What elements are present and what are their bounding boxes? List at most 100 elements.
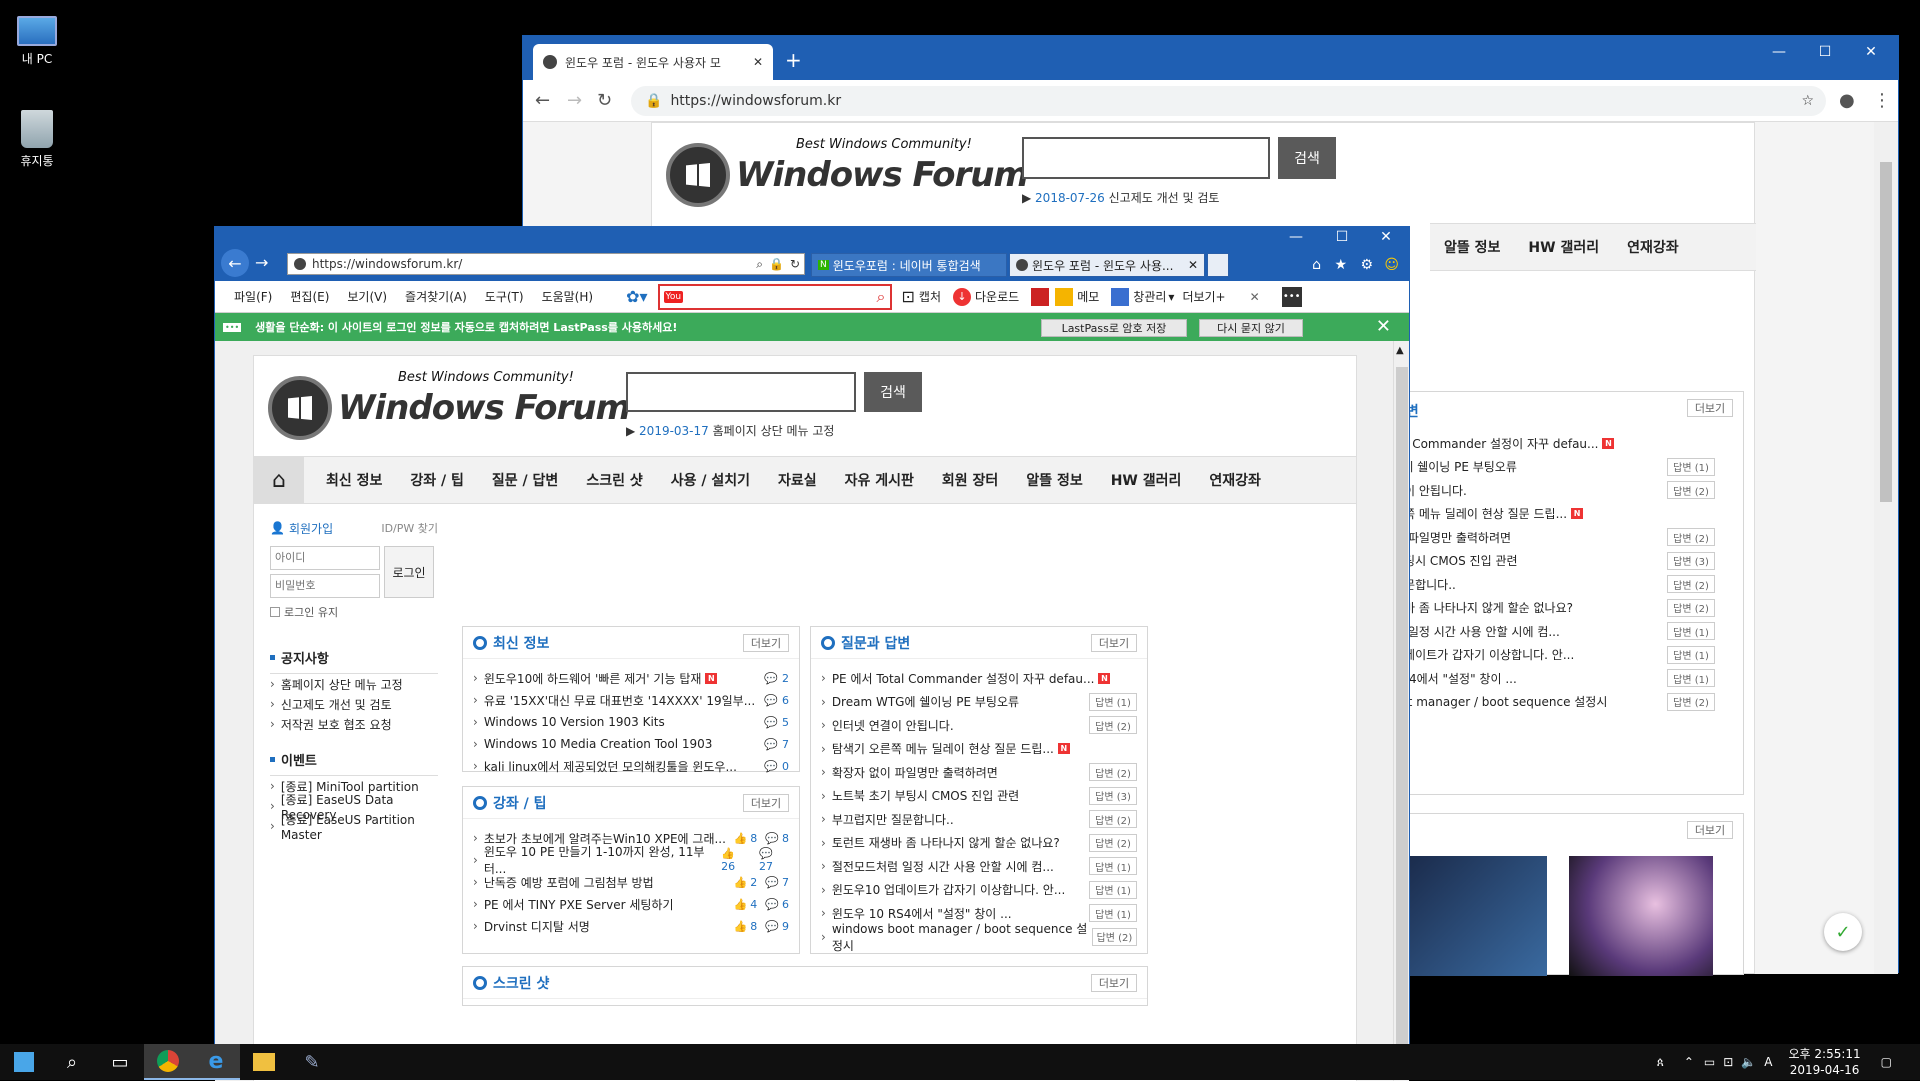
answer-count-badge[interactable]: 답변 (3)	[1089, 786, 1137, 805]
notice-item[interactable]: 신고제도 개선 및 검토	[270, 694, 403, 714]
window-manager-icon[interactable]	[1111, 287, 1130, 306]
search-icon[interactable]: ⌕	[877, 287, 886, 307]
lastpass-save-button[interactable]: LastPass로 암호 저장	[1041, 319, 1187, 337]
screenshot-thumb[interactable]	[1569, 856, 1713, 976]
more-button[interactable]: 더보기	[743, 634, 789, 652]
top-notice[interactable]: ▶ 2019-03-17 홈페이지 상단 메뉴 고정	[626, 422, 834, 439]
more-button[interactable]: 더보기	[1091, 974, 1137, 992]
nav-install[interactable]: 사용 / 설치기	[657, 470, 764, 490]
list-item[interactable]: 질문합니다.. 답변 (2)	[1393, 573, 1715, 595]
search-button[interactable]: 검색	[1278, 137, 1336, 179]
minimize-button[interactable]: —	[1756, 44, 1802, 60]
pdf-icon[interactable]	[1031, 287, 1050, 306]
scroll-thumb[interactable]	[1880, 162, 1892, 502]
toolbar-gear-icon[interactable]: ✿▾	[626, 287, 647, 306]
task-view-icon[interactable]: ▭	[96, 1044, 144, 1080]
chevron-down-icon[interactable]: ▾	[1168, 290, 1174, 304]
list-item[interactable]: Drvinst 디지탈 서명 👍8 💬9	[473, 915, 789, 937]
answer-count-badge[interactable]: 답변 (2)	[1089, 716, 1137, 734]
clock[interactable]: 오후 2:55:11 2019-04-16	[1789, 1046, 1861, 1078]
screenshot-title[interactable]: 스크린 샷	[463, 967, 1147, 999]
answer-count-badge[interactable]: 답변 (2)	[1089, 833, 1137, 852]
gnb-item[interactable]: 연재강좌	[1613, 237, 1693, 257]
search-input[interactable]	[1022, 137, 1270, 179]
list-item[interactable]: 럼 일정 시간 사용 안할 시에 컴... 답변 (1)	[1393, 620, 1715, 642]
crop-icon[interactable]: ⊡	[902, 287, 915, 306]
nav-hw-gallery[interactable]: HW 갤러리	[1097, 470, 1196, 490]
new-tab-button[interactable]: +	[785, 48, 802, 72]
menu-edit[interactable]: 편집(E)	[281, 288, 338, 305]
list-item[interactable]: Windows 10 Version 1903 Kits💬5	[473, 711, 789, 733]
list-item[interactable]: 부끄럽지만 질문합니다.. 답변 (2)	[821, 808, 1137, 830]
list-item[interactable]: PE 에서 TINY PXE Server 세팅하기 👍4 💬6	[473, 893, 789, 915]
bookmark-star-icon[interactable]: ☆	[1801, 93, 1814, 109]
menu-favorites[interactable]: 즐겨찾기(A)	[396, 288, 476, 305]
list-item[interactable]: 난독증 예방 포럼에 그림첨부 방법 👍2 💬7	[473, 871, 789, 893]
answer-count-badge[interactable]: 답변 (2)	[1667, 481, 1715, 499]
list-item[interactable]: Windows 10 Media Creation Tool 1903💬7	[473, 733, 789, 755]
chrome-taskbar-icon[interactable]	[144, 1044, 192, 1080]
more-button[interactable]: 더보기	[1687, 821, 1733, 839]
start-button[interactable]	[0, 1044, 48, 1080]
list-item[interactable]: 윈도우10 업데이트가 갑자기 이상합니다. 안... 답변 (1)	[821, 879, 1137, 901]
login-button[interactable]: 로그인	[384, 546, 434, 598]
nav-deals[interactable]: 알뜰 정보	[1012, 470, 1096, 490]
menu-tools[interactable]: 도구(T)	[476, 288, 533, 305]
back-icon[interactable]: ←	[535, 90, 550, 111]
scroll-thumb[interactable]	[1396, 367, 1408, 1067]
nav-files[interactable]: 자료실	[764, 470, 831, 490]
refresh-icon[interactable]: ↻	[790, 257, 800, 271]
site-logo[interactable]: Windows Forum Best Windows Community!	[666, 137, 1029, 207]
answer-count-badge[interactable]: 답변 (2)	[1089, 810, 1137, 828]
menu-file[interactable]: 파일(F)	[225, 288, 281, 305]
home-icon[interactable]: ⌂	[254, 456, 304, 504]
maximize-button[interactable]: ☐	[1319, 229, 1365, 245]
list-item[interactable]: kali linux에서 제공되었던 모의해킹툴을 윈도우...💬0	[473, 755, 789, 777]
list-item[interactable]: 탐색기 오른쪽 메뉴 딜레이 현상 질문 드립...N	[821, 738, 1137, 760]
close-button[interactable]: ✕	[1848, 44, 1894, 60]
close-icon[interactable]: ✕	[1188, 258, 1198, 272]
list-item[interactable]: 생바 좀 나타나지 않게 할순 없나요? 답변 (2)	[1393, 597, 1715, 619]
search-icon[interactable]: ⌕	[756, 257, 763, 272]
nav-screenshot[interactable]: 스크린 샷	[572, 470, 656, 490]
menu-help[interactable]: 도움말(H)	[533, 288, 603, 305]
network-icon[interactable]: ⊡	[1723, 1055, 1733, 1069]
join-link[interactable]: 회원가입	[289, 520, 333, 537]
top-notice[interactable]: ▶ 2018-07-26 신고제도 개선 및 검토	[1022, 189, 1219, 206]
memo-button[interactable]: 메모	[1077, 288, 1099, 305]
answer-count-badge[interactable]: 답변 (1)	[1089, 692, 1137, 711]
list-item[interactable]: 인터넷 연결이 안됩니다. 답변 (2)	[821, 714, 1137, 736]
list-item[interactable]: 유료 '15XX'대신 무료 대표번호 '14XXXX' 19일부...💬6	[473, 689, 789, 711]
volume-icon[interactable]: 🔈	[1741, 1055, 1756, 1069]
desktop-icon-recycle-bin[interactable]: 휴지통	[2, 110, 72, 169]
desktop-icon-my-pc[interactable]: 내 PC	[2, 10, 72, 67]
find-idpw-link[interactable]: ID/PW 찾기	[381, 520, 438, 536]
ie-tab-windowsforum[interactable]: 윈도우 포럼 - 윈도우 사용... ✕	[1009, 253, 1205, 277]
answer-count-badge[interactable]: 답변 (2)	[1667, 598, 1715, 617]
minimize-button[interactable]: —	[1273, 229, 1319, 245]
list-item[interactable]: Dream WTG에 쉘이닝 PE 부팅오류 답변 (1)	[821, 691, 1137, 713]
list-item[interactable]: RS4에서 "설정" 창이 ... 답변 (1)	[1393, 667, 1715, 689]
gnb-item[interactable]: HW 갤러리	[1514, 237, 1613, 257]
smiley-icon[interactable]: ☺	[1384, 257, 1399, 273]
list-item[interactable]: tal Commander 설정이 자꾸 defau... N	[1393, 432, 1703, 454]
chevron-up-icon[interactable]: ▲	[1396, 345, 1404, 356]
lastpass-never-button[interactable]: 다시 묻지 않기	[1199, 319, 1303, 337]
close-button[interactable]: ✕	[1363, 229, 1409, 245]
password-input[interactable]	[270, 574, 380, 598]
answer-count-badge[interactable]: 답변 (1)	[1667, 645, 1715, 664]
list-item[interactable]: 결이 안됩니다. 답변 (2)	[1393, 479, 1715, 501]
shield-icon[interactable]: ✓	[1824, 913, 1862, 951]
search-button[interactable]: 검색	[864, 372, 922, 412]
answer-count-badge[interactable]: 답변 (2)	[1667, 575, 1715, 593]
ime-indicator[interactable]: A	[1764, 1055, 1772, 1069]
answer-count-badge[interactable]: 답변 (1)	[1667, 457, 1715, 476]
ie-taskbar-icon[interactable]: e	[192, 1044, 240, 1080]
list-item[interactable]: 노트북 초기 부팅시 CMOS 진입 관련 답변 (3)	[821, 785, 1137, 807]
maximize-button[interactable]: ☐	[1802, 44, 1848, 60]
people-icon[interactable]: ጰ	[1657, 1055, 1664, 1070]
answer-count-badge[interactable]: 답변 (2)	[1667, 528, 1715, 546]
settings-gear-icon[interactable]: ⚙	[1360, 257, 1373, 273]
more-plus-button[interactable]: 더보기+	[1182, 288, 1225, 305]
list-item[interactable]: 이 파일명만 출력하려면 답변 (2)	[1393, 526, 1715, 548]
